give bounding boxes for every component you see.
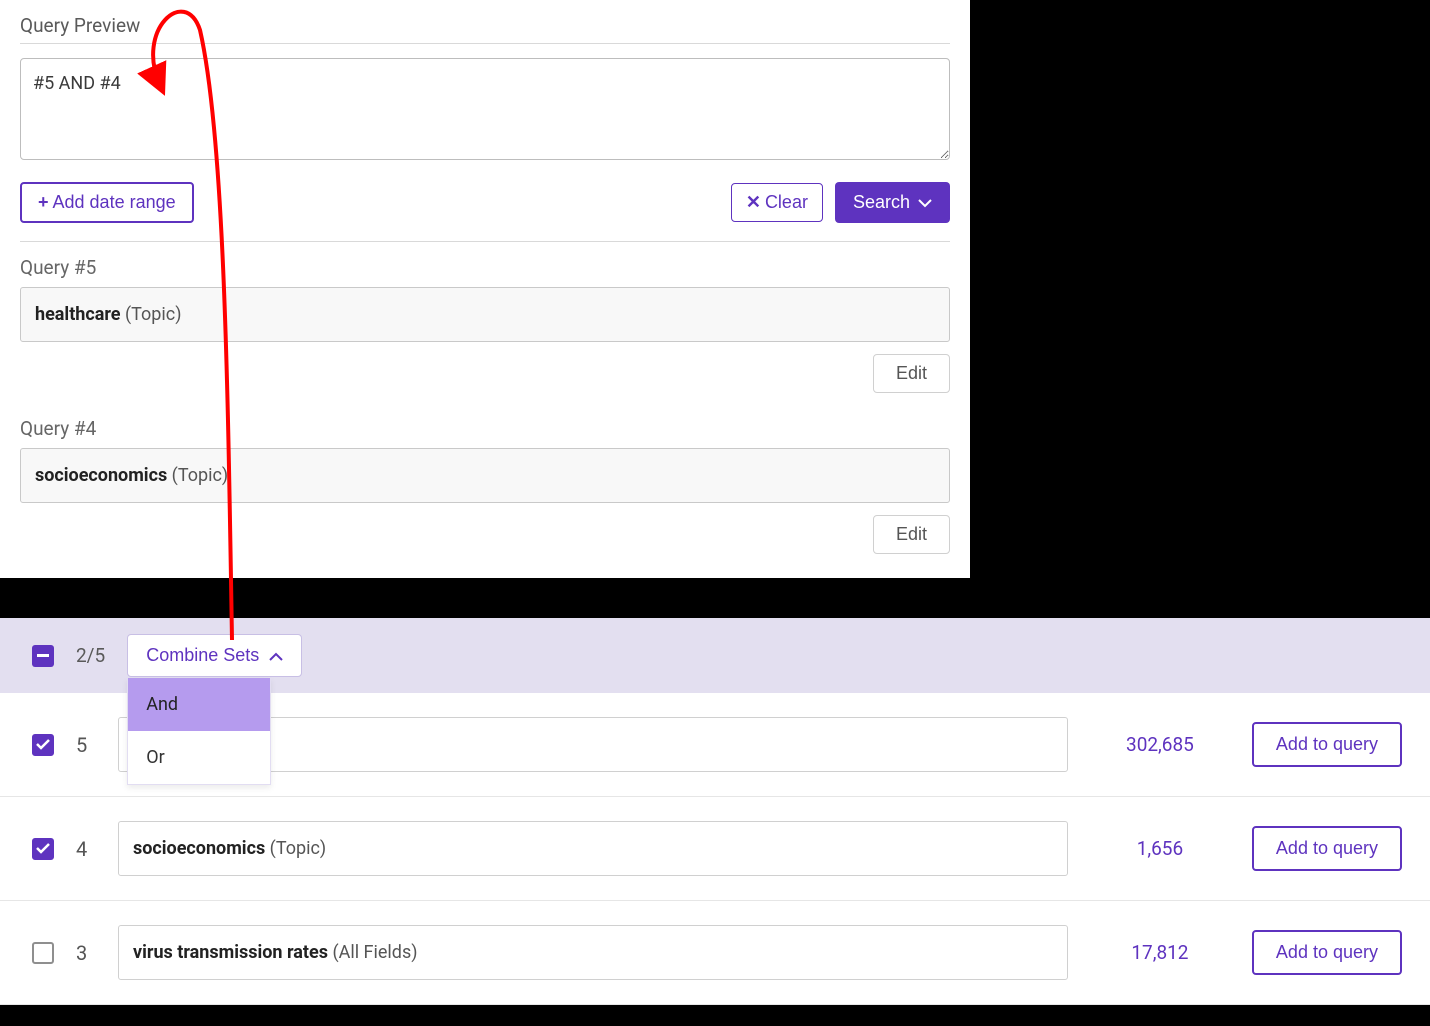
- row-checkbox[interactable]: [32, 942, 54, 964]
- result-row: 3 virus transmission rates (All Fields) …: [0, 901, 1430, 1005]
- chevron-up-icon: [269, 645, 283, 666]
- row-count[interactable]: 302,685: [1090, 733, 1230, 756]
- row-count[interactable]: 17,812: [1090, 941, 1230, 964]
- divider: [20, 43, 950, 44]
- dropdown-option-and[interactable]: And: [128, 678, 270, 731]
- divider: [20, 241, 950, 242]
- add-to-query-button[interactable]: Add to query: [1252, 930, 1402, 975]
- add-date-range-button[interactable]: + Add date range: [20, 182, 194, 223]
- search-label: Search: [853, 192, 910, 213]
- query-scope: (Topic): [125, 304, 181, 325]
- query-label: Query #4: [20, 417, 950, 440]
- row-number: 4: [76, 837, 96, 861]
- selection-counter: 2/5: [76, 644, 105, 667]
- query-term: socioeconomics: [35, 465, 167, 486]
- combine-sets-label: Combine Sets: [146, 645, 259, 666]
- clear-label: Clear: [765, 192, 808, 213]
- row-checkbox[interactable]: [32, 734, 54, 756]
- row-term: socioeconomics: [133, 838, 265, 859]
- query-display: socioeconomics (Topic): [20, 448, 950, 503]
- add-to-query-button[interactable]: Add to query: [1252, 722, 1402, 767]
- row-checkbox[interactable]: [32, 838, 54, 860]
- plus-icon: +: [38, 192, 49, 213]
- results-toolbar: 2/5 Combine Sets And Or: [0, 618, 1430, 693]
- add-date-range-label: Add date range: [53, 192, 176, 213]
- row-number: 3: [76, 941, 96, 965]
- row-term-box: virus transmission rates (All Fields): [118, 925, 1068, 980]
- query-display: healthcare (Topic): [20, 287, 950, 342]
- divider-strip: [0, 585, 1430, 618]
- dropdown-option-or[interactable]: Or: [128, 731, 270, 784]
- row-scope: (All Fields): [332, 942, 417, 963]
- combine-sets-button[interactable]: Combine Sets: [127, 634, 302, 677]
- row-term-box: socioeconomics (Topic): [118, 821, 1068, 876]
- select-all-checkbox-indeterminate[interactable]: [32, 645, 54, 667]
- result-row: 4 socioeconomics (Topic) 1,656 Add to qu…: [0, 797, 1430, 901]
- query-term: healthcare: [35, 304, 121, 325]
- close-icon: ✕: [746, 192, 761, 213]
- query-preview-label: Query Preview: [20, 14, 950, 37]
- search-button[interactable]: Search: [835, 182, 950, 223]
- query-label: Query #5: [20, 256, 950, 279]
- clear-button[interactable]: ✕ Clear: [731, 183, 823, 222]
- edit-button[interactable]: Edit: [873, 515, 950, 554]
- row-count[interactable]: 1,656: [1090, 837, 1230, 860]
- query-scope: (Topic): [172, 465, 228, 486]
- add-to-query-button[interactable]: Add to query: [1252, 826, 1402, 871]
- row-term: virus transmission rates: [133, 942, 328, 963]
- combine-sets-dropdown: And Or: [127, 678, 271, 785]
- row-number: 5: [76, 733, 96, 757]
- row-scope: (Topic): [270, 838, 326, 859]
- edit-button[interactable]: Edit: [873, 354, 950, 393]
- chevron-down-icon: [918, 192, 932, 213]
- query-preview-textarea[interactable]: [20, 58, 950, 160]
